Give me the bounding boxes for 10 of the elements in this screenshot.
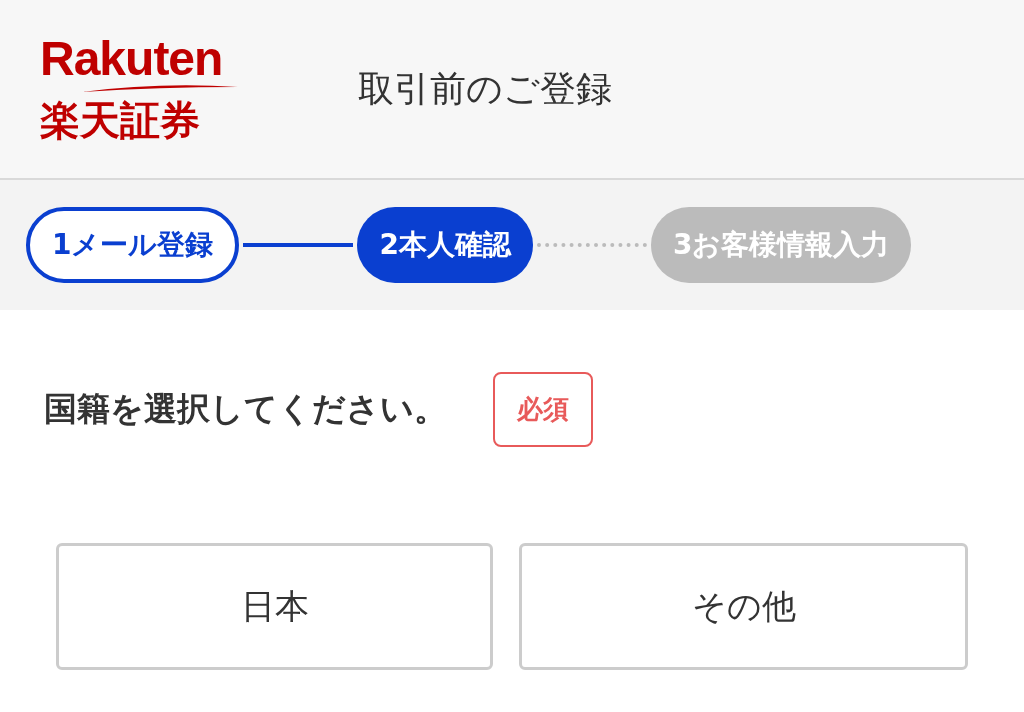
required-badge: 必須 [493,372,593,447]
option-button[interactable]: 日本 [56,543,494,670]
step-indicator: 1メール登録 [26,207,240,283]
page-title: 取引前のご登録 [358,66,612,111]
question-label: 国籍を選択してください。 [44,388,447,430]
step-indicator: 3お客様情報入力 [650,207,912,283]
option-button[interactable]: その他 [519,543,968,670]
logo-wordmark: Rakuten [40,34,224,84]
step-indicator: 2本人確認 [357,207,533,283]
logo-subtitle: 楽天証券 [40,96,201,144]
